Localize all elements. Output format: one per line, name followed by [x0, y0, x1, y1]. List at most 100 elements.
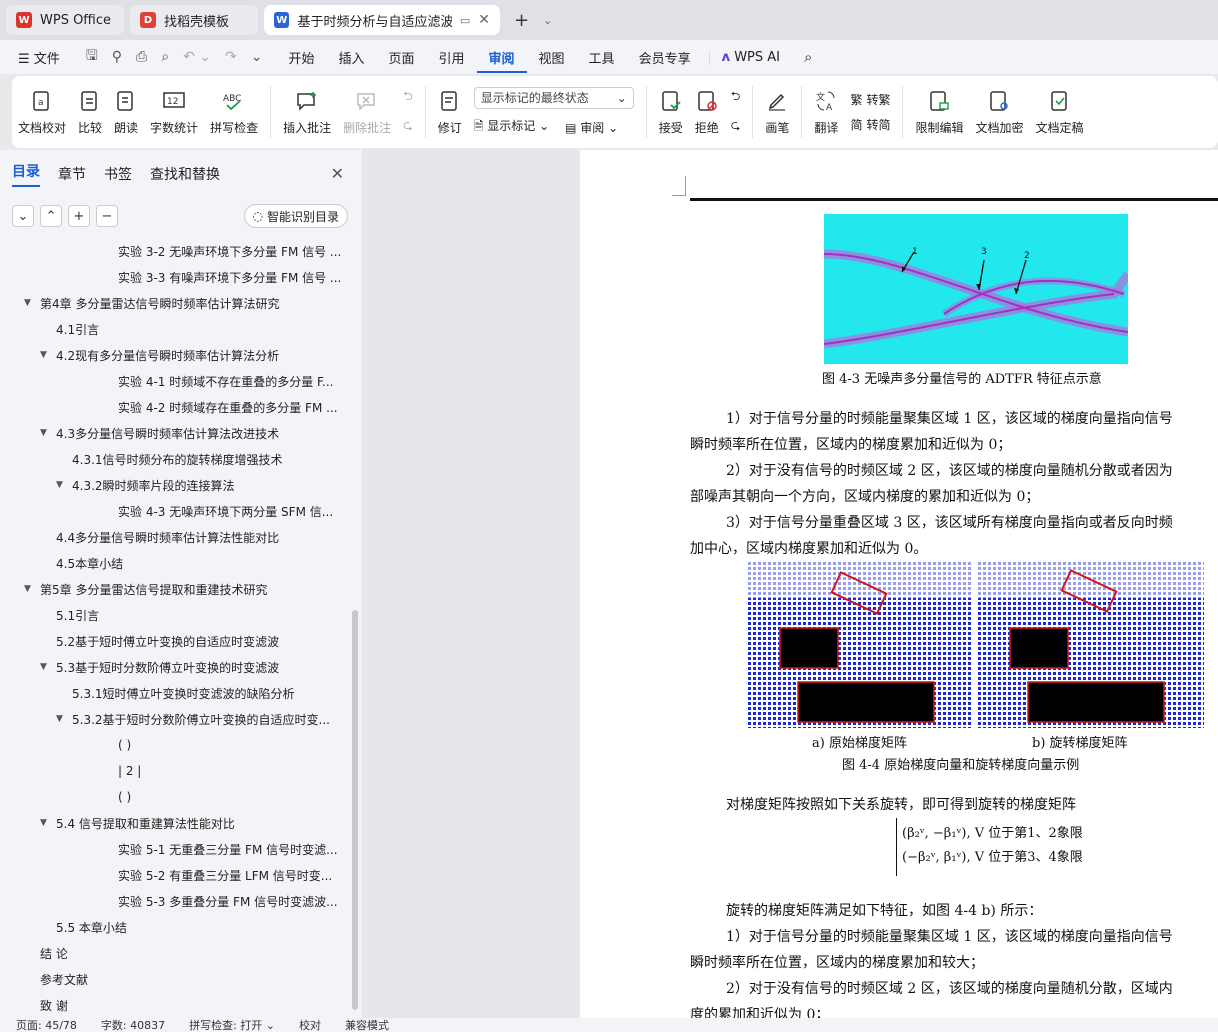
more-icon[interactable]: ⌄: [251, 49, 263, 65]
wps-ai-button[interactable]: ᴧ WPS AI: [708, 49, 792, 65]
preview-icon[interactable]: ⌕: [161, 49, 169, 65]
toc-item[interactable]: 4.3.1信号时频分布的旋转梯度增强技术: [0, 446, 350, 472]
toc-item[interactable]: ▼ 第4章 多分量雷达信号瞬时频率估计算法研究: [0, 290, 350, 316]
menu-insert[interactable]: 插入: [326, 48, 376, 67]
expand-arrow-icon[interactable]: ▼: [40, 662, 52, 672]
read-aloud-button[interactable]: 朗读: [108, 89, 144, 136]
word-count[interactable]: 字数: 40837: [101, 1017, 165, 1032]
brush-icon[interactable]: ⚲: [112, 49, 122, 65]
toc-item[interactable]: ▼ 4.3多分量信号瞬时频率估计算法改进技术: [0, 420, 350, 446]
collapse-up-icon[interactable]: ⌃: [40, 205, 62, 227]
toc-item[interactable]: 4.4多分量信号瞬时频率估计算法性能对比: [0, 524, 350, 550]
show-markup-button[interactable]: 🗎 显示标记 ⌄: [474, 117, 549, 138]
toc-item[interactable]: 致 谢: [0, 992, 350, 1018]
toc-item[interactable]: 实验 3-2 无噪声环境下多分量 FM 信号 ...: [0, 238, 350, 264]
markup-select[interactable]: 显示标记的最终状态 ⌄: [473, 86, 634, 109]
tab-template[interactable]: D 找稻壳模板: [130, 5, 258, 35]
next-comment-icon[interactable]: ⮎: [403, 116, 413, 137]
expand-arrow-icon[interactable]: ▼: [40, 350, 52, 360]
chevron-down-icon[interactable]: ⌄: [543, 14, 552, 27]
to-traditional-button[interactable]: 繁转繁: [850, 91, 890, 108]
menu-reference[interactable]: 引用: [427, 48, 477, 67]
toc-item[interactable]: 实验 4-2 时频域存在重叠的多分量 FM ...: [0, 394, 350, 420]
toc-item[interactable]: 实验 5-1 无重叠三分量 FM 信号时变滤...: [0, 836, 350, 862]
translate-button[interactable]: 文A 翻译: [808, 89, 844, 136]
toc-item[interactable]: ▼ 4.3.2瞬时频率片段的连接算法: [0, 472, 350, 498]
tab-toc[interactable]: 目录: [12, 161, 40, 187]
toc-item[interactable]: ( ): [0, 784, 350, 810]
file-menu[interactable]: ☰ 文件: [0, 48, 72, 67]
toc-item[interactable]: 参考文献: [0, 966, 350, 992]
encrypt-button[interactable]: 文档加密: [969, 89, 1029, 136]
prev-comment-icon[interactable]: ⮌: [403, 87, 413, 108]
close-icon[interactable]: ✕: [331, 164, 344, 183]
toc-item[interactable]: 实验 4-1 时频域不存在重叠的多分量 F...: [0, 368, 350, 394]
toc-item[interactable]: 实验 5-3 多重叠分量 FM 信号时变滤波...: [0, 888, 350, 914]
toc-item[interactable]: ▼ 5.3.2基于短时分数阶傅立叶变换的自适应时变...: [0, 706, 350, 732]
redo-icon[interactable]: ↷: [225, 49, 237, 65]
tab-document[interactable]: W 基于时频分析与自适应滤波技 ▭ ✕: [264, 5, 500, 35]
revise-button[interactable]: 修订: [432, 89, 468, 136]
toc-item[interactable]: 实验 3-3 有噪声环境下多分量 FM 信号 ...: [0, 264, 350, 290]
toc-item[interactable]: 结 论: [0, 940, 350, 966]
expand-arrow-icon[interactable]: ▼: [40, 818, 52, 828]
toc-item[interactable]: ▼ 5.3基于短时分数阶傅立叶变换的时变滤波: [0, 654, 350, 680]
new-tab-icon[interactable]: +: [514, 10, 529, 31]
smart-toc-button[interactable]: ◌ 智能识别目录: [243, 204, 348, 228]
expand-arrow-icon[interactable]: ▼: [56, 480, 68, 490]
search-icon[interactable]: ⌕: [792, 48, 824, 66]
tab-wps-office[interactable]: W WPS Office: [6, 5, 124, 35]
accept-button[interactable]: 接受: [653, 89, 689, 136]
compare-button[interactable]: 比较: [72, 89, 108, 136]
toc-item[interactable]: ( ): [0, 732, 350, 758]
next-change-icon[interactable]: ⮎: [731, 116, 741, 137]
word-count-button[interactable]: 12 字数统计: [144, 89, 204, 136]
expand-arrow-icon[interactable]: ▼: [56, 714, 68, 724]
expand-arrow-icon[interactable]: ▼: [24, 298, 36, 308]
toc-item[interactable]: | 2 |: [0, 758, 350, 784]
reject-button[interactable]: 拒绝: [689, 89, 725, 136]
toc-item[interactable]: 4.5本章小结: [0, 550, 350, 576]
toc-item[interactable]: ▼ 5.4 信号提取和重建算法性能对比: [0, 810, 350, 836]
toc-item[interactable]: 5.1引言: [0, 602, 350, 628]
menu-page[interactable]: 页面: [376, 48, 426, 67]
toc-item[interactable]: 实验 5-2 有重叠三分量 LFM 信号时变...: [0, 862, 350, 888]
collapse-down-icon[interactable]: ⌄: [12, 205, 34, 227]
prev-change-icon[interactable]: ⮌: [731, 87, 741, 108]
toc-item[interactable]: 5.3.1短时傅立叶变换时变滤波的缺陷分析: [0, 680, 350, 706]
print-icon[interactable]: ⎙: [136, 49, 147, 65]
tab-bookmarks[interactable]: 书签: [104, 164, 132, 184]
menu-member[interactable]: 会员专享: [627, 48, 703, 67]
to-simplified-button[interactable]: 简转简: [850, 116, 890, 133]
menu-review[interactable]: 审阅: [476, 42, 527, 73]
expand-arrow-icon[interactable]: ▼: [40, 428, 52, 438]
pen-button[interactable]: 画笔: [759, 89, 795, 136]
page-indicator[interactable]: 页面: 45/78: [16, 1017, 77, 1032]
toc-item[interactable]: 5.5 本章小结: [0, 914, 350, 940]
undo-icon[interactable]: ↶ ⌄: [183, 49, 211, 65]
toc-scrollbar[interactable]: [352, 610, 358, 1010]
tab-chapters[interactable]: 章节: [58, 164, 86, 184]
proof-status[interactable]: 校对: [299, 1017, 321, 1032]
proofread-button[interactable]: a 文档校对: [12, 89, 72, 136]
toc-item[interactable]: 4.1引言: [0, 316, 350, 342]
close-tab-icon[interactable]: ✕: [478, 12, 490, 28]
restrict-edit-button[interactable]: 限制编辑: [909, 89, 969, 136]
finalize-button[interactable]: 文档定稿: [1030, 89, 1090, 136]
review-pane-button[interactable]: ▤ 审阅 ⌄: [565, 119, 618, 136]
expand-arrow-icon[interactable]: ▼: [24, 584, 36, 594]
toc-item[interactable]: ▼ 4.2现有多分量信号瞬时频率估计算法分析: [0, 342, 350, 368]
toc-item[interactable]: 5.2基于短时傅立叶变换的自适应时变滤波: [0, 628, 350, 654]
insert-comment-button[interactable]: 插入批注: [277, 89, 337, 136]
window-icon[interactable]: ▭: [460, 14, 470, 27]
add-icon[interactable]: +: [68, 205, 90, 227]
menu-view[interactable]: 视图: [527, 48, 577, 67]
menu-tools[interactable]: 工具: [577, 48, 627, 67]
toc-item[interactable]: 实验 4-3 无噪声环境下两分量 SFM 信...: [0, 498, 350, 524]
delete-comment-button[interactable]: 删除批注: [337, 89, 397, 136]
remove-icon[interactable]: −: [96, 205, 118, 227]
toc-item[interactable]: ▼ 第5章 多分量雷达信号提取和重建技术研究: [0, 576, 350, 602]
save-icon[interactable]: 🖫: [86, 45, 98, 69]
tab-find-replace[interactable]: 查找和替换: [150, 164, 220, 184]
spell-check-status[interactable]: 拼写检查: 打开 ⌄: [189, 1017, 275, 1032]
